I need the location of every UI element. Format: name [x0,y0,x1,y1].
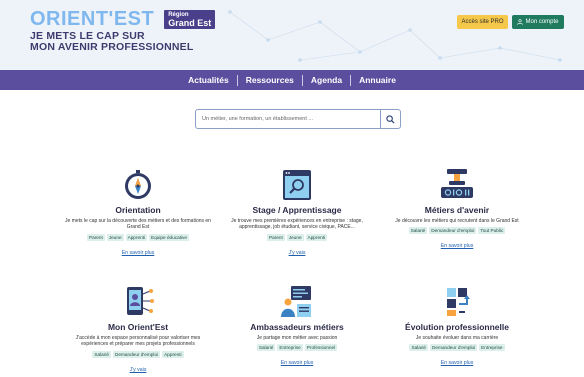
card-metiers-avenir: Métiers d'avenir Je découvre les métiers… [382,167,532,252]
tag: Entreprise [479,344,505,352]
search-button[interactable] [380,110,400,128]
card-description: Je trouve mes premières expériences en e… [231,218,363,231]
site-logo[interactable]: ORIENT'EST Région Grand Est JE METS LE C… [30,8,216,53]
card-description: Je découvre les métiers qui recrutent da… [395,218,519,224]
card-orientation: Orientation Je mets le cap sur la découv… [63,167,213,259]
nav-item-agenda[interactable]: Agenda [303,74,352,86]
tag: Demandeur d'emploi [113,350,161,358]
search-screen-icon [277,167,317,203]
card-ambassadeurs: Ambassadeurs métiers Je partage mon méti… [222,284,372,369]
nav-item-actualites[interactable]: Actualités [180,74,238,86]
tag: Salarié [92,350,111,358]
tag: Apprenti [305,233,328,241]
nav-item-ressources[interactable]: Ressources [238,74,303,86]
tag: Tout Public [478,227,506,235]
tag: Salarié [409,344,429,352]
account-label: Mon compte [525,19,559,25]
profile-network-icon [118,284,158,320]
card-title: Métiers d'avenir [424,205,490,215]
card-link[interactable]: En savoir plus [122,250,155,256]
card-link[interactable]: J'y vais [289,250,306,256]
tag: Equipe éducative [149,233,190,241]
tag: Parent [266,233,285,241]
card-title: Évolution professionnelle [405,322,509,332]
card-description: Je mets le cap sur la découverte des mét… [65,218,211,231]
card-tags: Salarié Demandeur d'emploi Tout Public [382,227,532,235]
ambassador-board-icon [277,284,317,320]
tag: Entreprise [277,344,303,352]
region-label-small: Région [168,11,189,18]
search-icon [386,114,395,124]
pro-site-button[interactable]: Accès site PRO [457,15,508,29]
search-bar [195,109,401,129]
card-link[interactable]: J'y vais [130,367,147,373]
nav-item-annuaire[interactable]: Annuaire [351,75,404,86]
card-description: Je partage mon métier avec passion [256,335,338,341]
card-tags: Salarié Entreprise Professionnel [222,344,372,352]
user-icon [517,19,524,25]
site-tagline: JE METS LE CAP SUR MON AVENIR PROFESSION… [30,31,215,53]
card-title: Orientation [115,205,161,215]
brand-name: ORIENT'EST [30,8,155,30]
card-title: Stage / Apprentissage [252,205,342,215]
tagline-line: MON AVENIR PROFESSIONNEL [30,41,194,53]
tag: Demandeur d'emploi [429,227,477,235]
card-link[interactable]: En savoir plus [441,243,474,249]
card-link[interactable]: En savoir plus [281,360,314,366]
tag: Jeune [286,233,304,241]
site-header: ORIENT'EST Région Grand Est JE METS LE C… [0,0,584,70]
card-evolution-professionnelle: Évolution professionnelle Je souhaite év… [382,284,532,369]
tag: Professionnel [304,344,338,352]
card-stage-apprentissage: Stage / Apprentissage Je trouve mes prem… [222,167,372,259]
card-tags: Parent Jeune Apprenti Equipe éducative [63,233,213,241]
tag: Salarié [256,344,276,352]
region-badge: Région Grand Est [164,9,216,29]
card-tags: Salarié Demandeur d'emploi Entreprise [382,344,532,352]
region-label: Grand Est [168,17,212,28]
card-tags: Parent Jeune Apprenti [222,233,372,241]
card-mon-orientest: Mon Orient'Est J'accède à mon espace per… [63,284,213,376]
career-steps-icon [437,284,477,320]
tag: Jeune [106,233,124,241]
tag: Parent [86,233,105,241]
card-description: J'accède à mon espace personnalisé pour … [75,335,201,348]
tag: Apprenti [125,233,148,241]
account-button[interactable]: Mon compte [512,15,564,29]
tag: Demandeur d'emploi [430,344,478,352]
robot-arm-icon [437,167,477,203]
card-title: Mon Orient'Est [107,322,169,332]
search-input[interactable] [196,110,380,128]
card-title: Ambassadeurs métiers [250,322,344,332]
compass-icon [118,167,158,203]
card-description: Je souhaite évoluer dans ma carrière [415,335,499,341]
tag: Salarié [408,227,428,235]
card-tags: Salarié Demandeur d'emploi Apprenti [63,350,213,358]
tag: Apprenti [162,350,184,358]
main-nav: Actualités Ressources Agenda Annuaire [0,70,584,90]
card-link[interactable]: En savoir plus [441,360,474,366]
